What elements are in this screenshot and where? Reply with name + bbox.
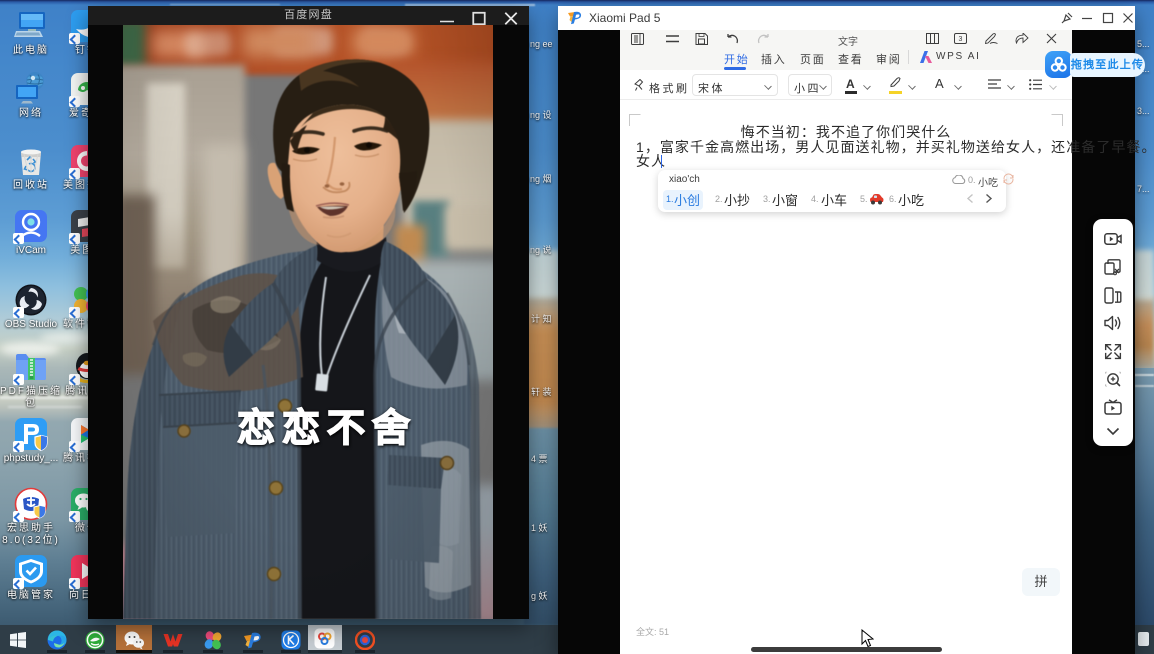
svg-text:3: 3: [959, 36, 963, 43]
